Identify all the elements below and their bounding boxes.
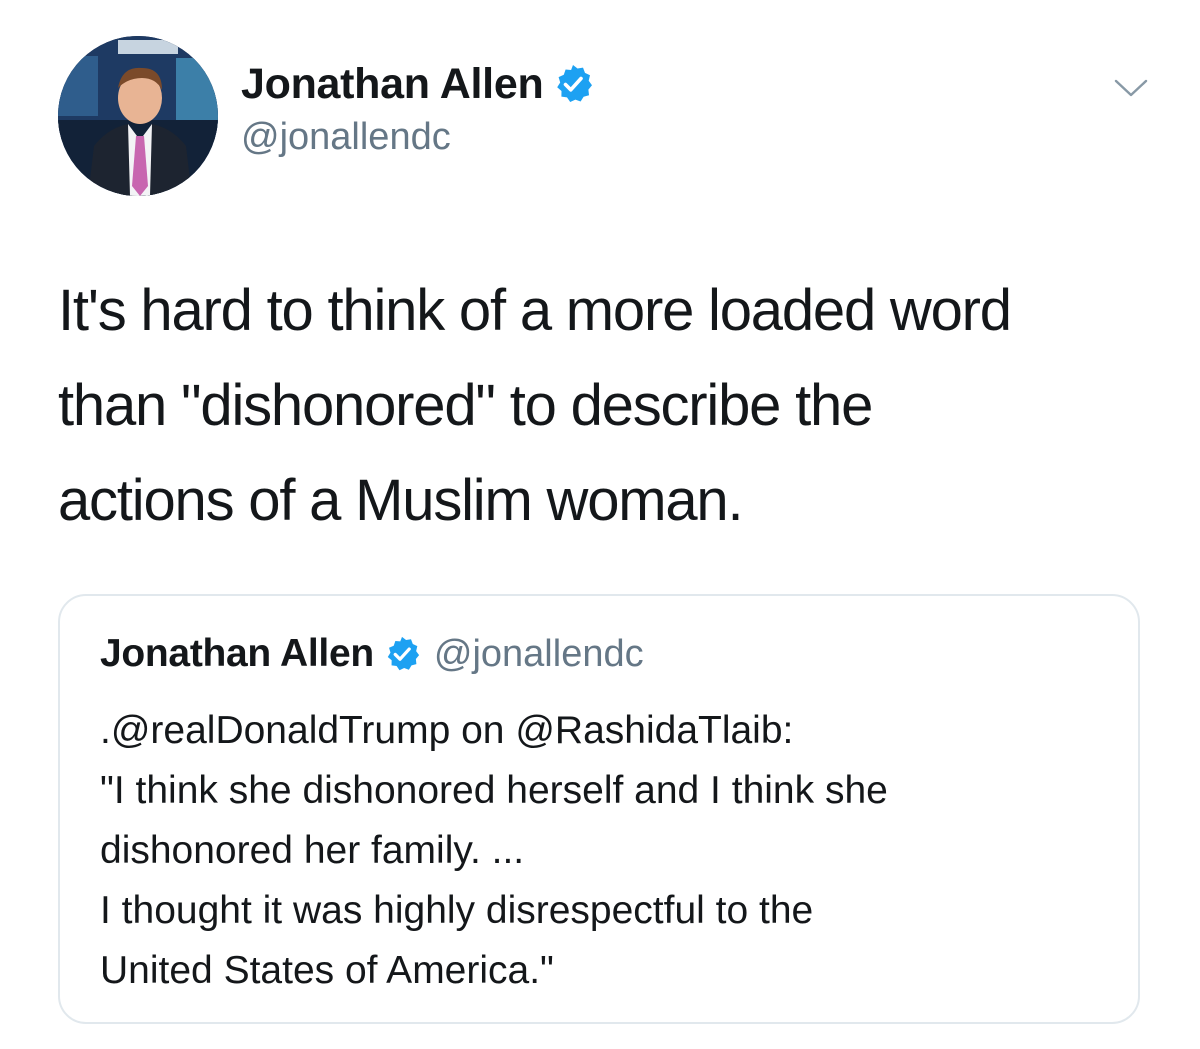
quoted-tweet[interactable]: Jonathan Allen @jonallendc .@realDonaldT… [58,594,1140,1024]
quoted-text-line: .@realDonaldTrump on @RashidaTlaib: [100,709,794,752]
quoted-author-display-name: Jonathan Allen [100,632,374,675]
quoted-text-line: "I think she dishonored herself and I th… [100,769,888,812]
avatar-image [58,36,218,196]
quoted-text-line: I thought it was highly disrespectful to… [100,889,814,932]
tweet-text-line: actions of a Muslim woman. [58,468,744,533]
verified-badge-icon [384,636,420,672]
avatar[interactable] [58,36,218,196]
tweet-header: Jonathan Allen @jonallendc [58,36,1158,196]
tweet-card: Jonathan Allen @jonallendc It's hard to … [0,0,1200,1049]
chevron-down-icon[interactable] [1113,76,1149,100]
verified-badge-icon [553,64,593,104]
display-name-row: Jonathan Allen [241,58,593,110]
quoted-text-line: dishonored her family. ... [100,829,525,872]
tweet-text-line: It's hard to think of a more loaded word [58,278,1012,343]
quoted-tweet-text: .@realDonaldTrump on @RashidaTlaib: "I t… [100,701,1100,1001]
quoted-tweet-header: Jonathan Allen @jonallendc [100,626,644,682]
author-display-name[interactable]: Jonathan Allen [241,60,544,109]
quoted-author-handle: @jonallendc [433,632,644,675]
tweet-text-line: than "dishonored" to describe the [58,373,873,438]
tweet-text: It's hard to think of a more loaded word… [58,263,1158,548]
author-handle[interactable]: @jonallendc [241,116,593,159]
quoted-text-line: United States of America." [100,949,554,992]
author-names: Jonathan Allen @jonallendc [241,58,593,159]
